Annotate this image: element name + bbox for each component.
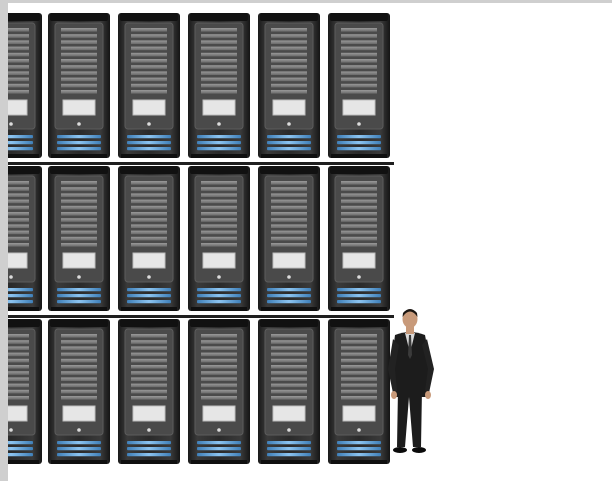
server-unit-icon <box>48 13 110 158</box>
server-rack-scene <box>8 13 434 464</box>
image-frame <box>0 0 612 481</box>
hand <box>425 391 431 399</box>
server-unit-icon <box>118 166 180 311</box>
server-unit-icon <box>48 166 110 311</box>
server-unit-icon <box>258 319 320 464</box>
server-unit-icon <box>188 166 250 311</box>
shoe <box>393 447 407 453</box>
server-racks <box>8 13 390 464</box>
server-unit-icon <box>328 319 390 464</box>
server-unit-icon <box>258 166 320 311</box>
server-unit-icon <box>328 13 390 158</box>
server-unit-icon <box>8 13 42 158</box>
rack-shelf <box>8 162 394 165</box>
server-unit-icon <box>8 166 42 311</box>
trousers <box>397 389 422 447</box>
businessman-figure <box>388 309 434 453</box>
server-unit-icon <box>118 319 180 464</box>
server-unit-icon <box>188 319 250 464</box>
server-unit-icon <box>188 13 250 158</box>
server-unit-icon <box>8 319 42 464</box>
rack-shelf <box>8 315 394 318</box>
shoe <box>412 447 426 453</box>
server-unit-icon <box>48 319 110 464</box>
server-unit-icon <box>258 13 320 158</box>
server-unit-icon <box>118 13 180 158</box>
hand <box>391 391 397 399</box>
server-unit-icon <box>328 166 390 311</box>
